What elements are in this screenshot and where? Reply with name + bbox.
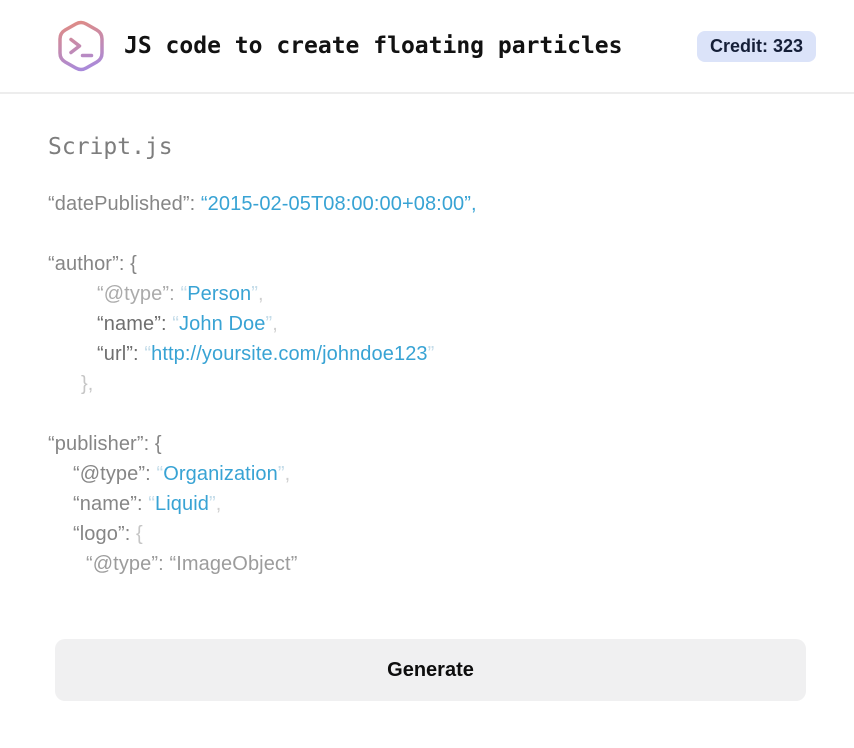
json-punctuation: ,	[257, 283, 264, 305]
json-value: Liquid	[155, 493, 210, 515]
json-key: “@type”:	[97, 283, 181, 305]
json-key: “name”:	[73, 493, 149, 515]
json-key: “datePublished”:	[48, 193, 201, 215]
json-value: John Doe	[179, 313, 266, 335]
json-value-url: http://yoursite.com/johndoe123	[151, 343, 428, 365]
json-key: “url”:	[97, 343, 145, 365]
code-line: “url”: “http://yoursite.com/johndoe123”	[48, 339, 806, 369]
json-key: “name”:	[97, 313, 173, 335]
json-value: Person	[187, 283, 252, 305]
json-key: “publisher”: {	[48, 433, 162, 455]
json-quote: ”	[209, 493, 216, 515]
code-line: “@type”: “Person”,	[48, 279, 806, 309]
page-title: JS code to create floating particles	[124, 33, 623, 59]
content-area: Script.js “datePublished”: “2015-02-05T0…	[0, 134, 854, 701]
code-line: “@type”: “ImageObject”	[48, 549, 806, 579]
json-opening-brace: {	[136, 523, 143, 545]
json-quote: ”	[251, 283, 258, 305]
file-name-heading: Script.js	[48, 134, 173, 160]
json-key: “logo”:	[73, 523, 137, 545]
code-line: },	[48, 369, 806, 399]
code-line: “@type”: “Organization”,	[48, 459, 806, 489]
json-key: “@type”:	[73, 463, 157, 485]
json-key-value-pair: “@type”: “ImageObject”	[86, 553, 298, 575]
credit-badge: Credit: 323	[696, 30, 816, 62]
code-line: “datePublished”: “2015-02-05T08:00:00+08…	[48, 189, 806, 219]
code-line: “publisher”: {	[48, 429, 806, 459]
generate-button[interactable]: Generate	[55, 639, 806, 701]
code-line: “name”: “John Doe”,	[48, 309, 806, 339]
code-line: “logo”: {	[48, 519, 806, 549]
json-key: “author”: {	[48, 253, 137, 275]
json-value: Organization	[163, 463, 278, 485]
json-quote: ”	[427, 343, 435, 365]
json-punctuation: ,	[272, 313, 278, 335]
code-block: “datePublished”: “2015-02-05T08:00:00+08…	[48, 189, 806, 579]
json-punctuation: ,	[284, 463, 291, 485]
json-value: “2015-02-05T08:00:00+08:00”,	[200, 193, 477, 215]
code-line: “author”: {	[48, 249, 806, 279]
json-quote: ”	[277, 463, 285, 485]
json-closing-brace: },	[81, 373, 94, 395]
app-header: JS code to create floating particles Cre…	[0, 0, 854, 94]
terminal-hexagon-icon	[55, 18, 107, 74]
code-line: “name”: “Liquid”,	[48, 489, 806, 519]
json-punctuation: ,	[215, 493, 222, 515]
